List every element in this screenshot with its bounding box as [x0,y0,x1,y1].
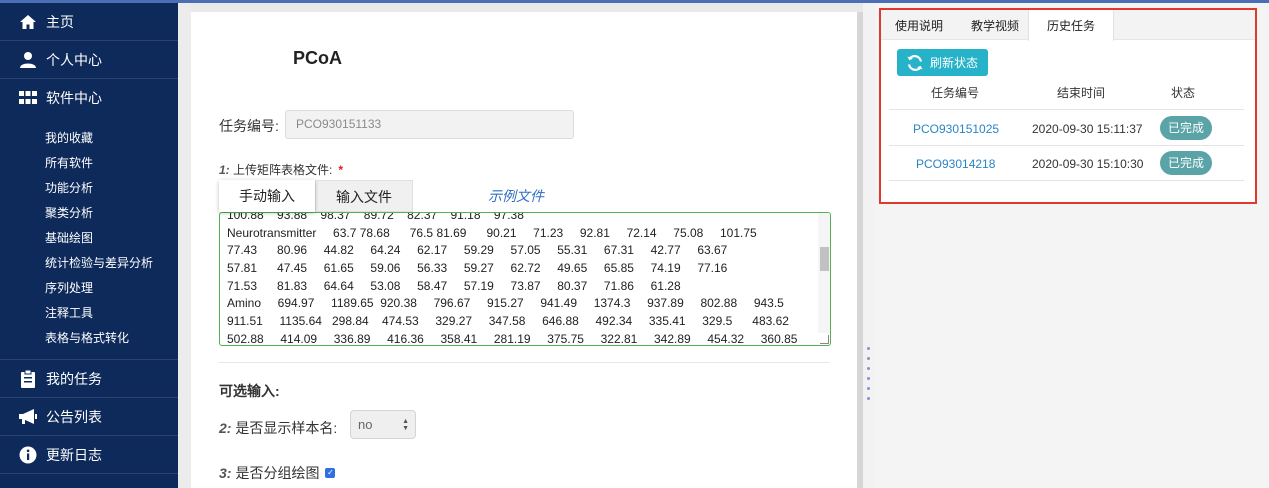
step-number: 1: [219,163,230,177]
sidebar-item-label: 软件中心 [46,90,102,106]
submenu-table-format[interactable]: 表格与格式转化 [0,326,178,351]
splitter-grip-dot [867,347,870,350]
required-mark: * [338,163,344,177]
submenu-statistics[interactable]: 统计检验与差异分析 [0,251,178,276]
sidebar-item-changelog[interactable]: 更新日志 [0,436,178,474]
submenu-favorites[interactable]: 我的收藏 [0,126,178,151]
tab-tutorial-video[interactable]: 教学视频 [962,10,1028,40]
matrix-line: 911.51 1135.64 298.84 474.53 329.27 347.… [227,314,789,329]
matrix-scrollbar[interactable] [818,213,830,333]
history-tabs: 使用说明 教学视频 历史任务 [881,10,1255,41]
tab-usage-guide[interactable]: 使用说明 [886,10,952,40]
splitter-grip-dot [867,397,870,400]
table-divider [889,145,1244,146]
submenu-cluster-analysis[interactable]: 聚类分析 [0,201,178,226]
task-id-field[interactable]: PCO930151133 [285,110,574,139]
matrix-line: 71.53 81.83 64.64 53.08 58.47 57.19 73.8… [227,278,681,293]
matrix-line: Neurotransmitter 63.7 78.68 76.5 81.69 9… [227,225,757,240]
input-mode-tabs: 手动输入 输入文件 [219,180,413,212]
table-divider [889,180,1244,181]
upload-step-label: 1: 上传矩阵表格文件: * [219,161,343,178]
column-header-task-id: 任务编号 [931,86,980,100]
select-arrows-icon: ▲ ▼ [402,418,409,432]
step-text: 是否显示样本名: [235,420,338,436]
matrix-textarea[interactable]: 100.88 93.88 98.37 89.72 82.37 91.18 97.… [219,212,831,346]
content-gutter [178,3,191,488]
history-panel: 使用说明 教学视频 历史任务 刷新状态 任务编号 结束时间 状态 PCO9301… [879,8,1257,204]
show-sample-name-select[interactable]: no ▲ ▼ [350,410,416,439]
column-header-status: 状态 [1171,86,1196,100]
task-id-link[interactable]: PCO930151025 [913,122,999,136]
refresh-label: 刷新状态 [930,56,979,70]
splitter-grip-dot [867,357,870,360]
splitter-grip-dot [867,367,870,370]
step-text: 是否分组绘图 [235,465,320,481]
tab-history-tasks[interactable]: 历史任务 [1028,10,1114,41]
submenu-all-software[interactable]: 所有软件 [0,151,178,176]
home-icon [18,12,38,32]
show-sample-name-label: 2: 是否显示样本名: [219,418,337,438]
splitter-grip-dot [867,377,870,380]
divider [219,362,829,363]
clipboard-icon [18,369,38,389]
status-badge: 已完成 [1160,116,1212,140]
sidebar-item-my-tasks[interactable]: 我的任务 [0,360,178,398]
sidebar-item-label: 公告列表 [46,408,102,425]
task-id-label: 任务编号: [219,118,279,134]
sidebar-item-label: 主页 [46,13,74,30]
info-icon [18,445,38,465]
matrix-line: 77.43 80.96 44.82 64.24 62.17 59.29 57.0… [227,243,728,258]
sidebar-item-personal[interactable]: 个人中心 [0,41,178,79]
software-submenu: 我的收藏 所有软件 功能分析 聚类分析 基础绘图 统计检验与差异分析 序列处理 … [0,117,178,360]
page-title: PCoA [293,48,342,68]
tab-file-input[interactable]: 输入文件 [315,180,413,212]
grid-icon [18,88,38,108]
group-plot-checkbox[interactable]: ✓ [325,468,336,478]
task-end-time: 2020-09-30 15:11:37 [1032,122,1143,136]
optional-input-heading: 可选输入: [219,383,280,399]
resize-handle[interactable] [820,335,829,344]
submenu-sequence[interactable]: 序列处理 [0,276,178,301]
submenu-basic-plot[interactable]: 基础绘图 [0,226,178,251]
panel-splitter[interactable] [863,3,875,488]
refresh-status-button[interactable]: 刷新状态 [897,49,988,76]
sidebar-item-label: 个人中心 [46,51,102,68]
matrix-line: Amino 694.97 1189.65 920.38 796.67 915.2… [227,296,784,311]
select-value: no [358,417,373,432]
sidebar-item-label: 我的任务 [46,370,102,387]
tab-manual-input[interactable]: 手动输入 [219,180,315,212]
sidebar: 主页 个人中心 软件中心 我的收藏 所有软件 功能分析 聚类分析 基础绘图 统计… [0,3,178,488]
submenu-annotation[interactable]: 注释工具 [0,301,178,326]
table-divider [889,109,1244,110]
status-badge: 已完成 [1160,151,1212,175]
main-form-panel: PCoA 任务编号: PCO930151133 1: 上传矩阵表格文件: * 手动… [191,12,857,488]
matrix-scroll-thumb[interactable] [820,247,829,271]
matrix-line: 57.81 47.45 61.65 59.06 56.33 59.27 62.7… [227,261,728,276]
megaphone-icon [18,407,38,427]
group-plot-label: 3: 是否分组绘图 ✓ [219,463,336,483]
matrix-content: 100.88 93.88 98.37 89.72 82.37 91.18 97.… [227,212,798,346]
splitter-grip-dot [867,387,870,390]
matrix-line: 100.88 93.88 98.37 89.72 82.37 91.18 97.… [227,212,524,222]
example-file-link[interactable]: 示例文件 [488,186,544,206]
sidebar-item-software[interactable]: 软件中心 [0,79,178,117]
sidebar-item-announcements[interactable]: 公告列表 [0,398,178,436]
user-icon [18,50,38,70]
step-text: 上传矩阵表格文件: [233,163,333,177]
submenu-function-analysis[interactable]: 功能分析 [0,176,178,201]
step-number: 3: [219,465,232,481]
column-header-end-time: 结束时间 [1057,86,1106,100]
step-number: 2: [219,420,232,436]
task-end-time: 2020-09-30 15:10:30 [1032,157,1144,171]
task-id-link[interactable]: PCO93014218 [916,157,995,171]
sidebar-item-label: 更新日志 [46,446,102,463]
refresh-icon [907,54,923,71]
sidebar-item-home[interactable]: 主页 [0,3,178,41]
matrix-line: 502.88 414.09 336.89 416.36 358.41 281.1… [227,331,798,346]
